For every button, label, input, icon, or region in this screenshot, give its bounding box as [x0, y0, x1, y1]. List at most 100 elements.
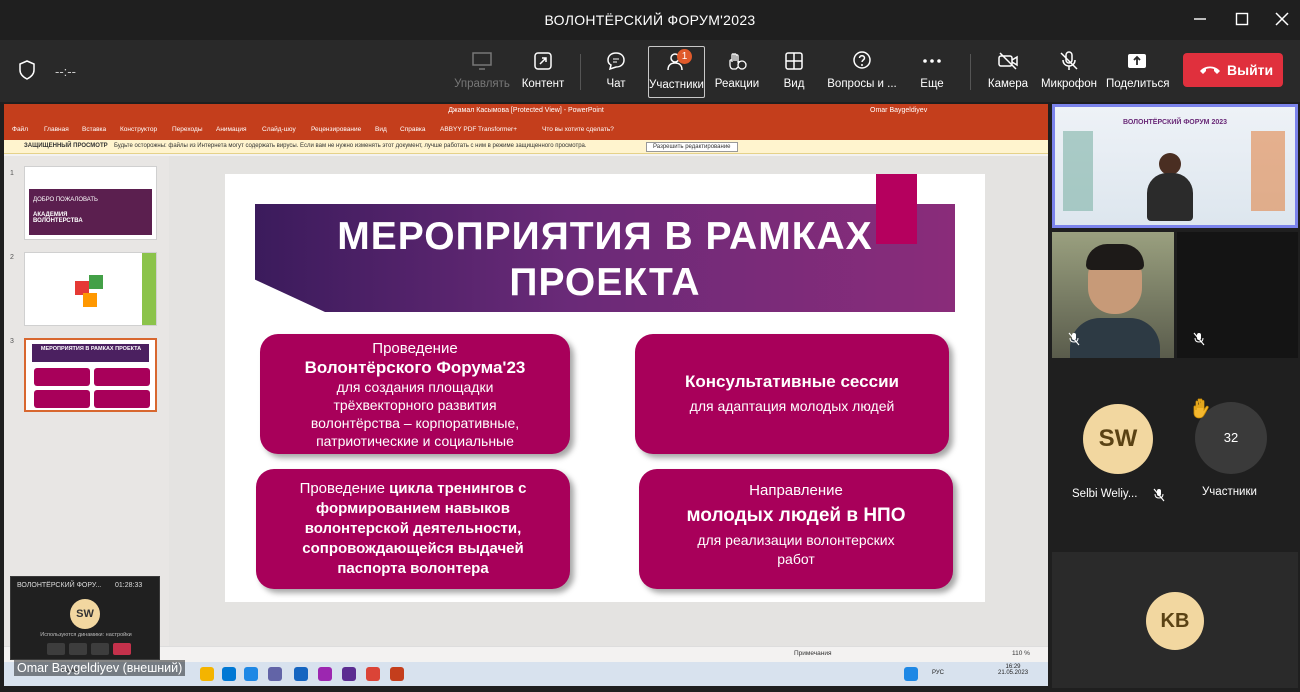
participants-label: Участники: [649, 79, 704, 91]
card-text: цикла тренингов с: [389, 480, 527, 497]
mini-camera-button[interactable]: [47, 643, 65, 655]
share-icon: [1128, 54, 1146, 68]
more-button[interactable]: Еще: [912, 46, 952, 98]
questions-icon: [853, 51, 871, 69]
card-text: Проведение: [299, 480, 390, 497]
ppt-menu-item[interactable]: Слайд-шоу: [262, 126, 296, 133]
slide-title: МЕРОПРИЯТИЯ В РАМКАХ ПРОЕКТА: [315, 214, 895, 306]
app-icon[interactable]: [244, 667, 258, 681]
mic-off-icon: [1193, 332, 1205, 346]
participants-badge: 1: [677, 49, 692, 64]
input-language[interactable]: РУС: [932, 670, 944, 676]
app-icon[interactable]: [318, 667, 332, 681]
avatar: SW: [70, 599, 100, 629]
ppt-menu-item[interactable]: Файл: [12, 126, 28, 133]
mini-leave-button[interactable]: [113, 643, 131, 655]
questions-button[interactable]: Вопросы и ...: [826, 46, 898, 98]
keyboard-icon[interactable]: [904, 667, 918, 681]
ppt-menu-item[interactable]: ABBYY PDF Transformer+: [440, 126, 517, 133]
ppt-menu-item[interactable]: Конструктор: [120, 126, 157, 133]
reactions-button[interactable]: Реакции: [712, 46, 762, 98]
taskbar-clock[interactable]: 16:29 21.05.2023: [998, 664, 1028, 676]
window-title: ВОЛОНТЁРСКИЙ ФОРУМ'2023: [544, 12, 756, 28]
presenter-video-tile[interactable]: ВОЛОНТЁРСКИЙ ФОРУМ 2023: [1052, 104, 1298, 228]
mini-share-button[interactable]: [91, 643, 109, 655]
questions-label: Вопросы и ...: [827, 78, 897, 90]
thumb-text: АКАДЕМИЯ ВОЛОНТЕРСТВА: [33, 212, 83, 224]
camera-button[interactable]: Камера: [986, 46, 1030, 98]
share-content-icon: [534, 52, 552, 70]
participants-row: SW Selbi Weliy... 32 Участники: [1052, 360, 1298, 550]
participant-video-tile[interactable]: [1052, 232, 1174, 358]
chat-button[interactable]: Чат: [594, 46, 638, 98]
microphone-button[interactable]: Микрофон: [1040, 46, 1098, 98]
card-text: волонтёрства – корпоративные,: [310, 415, 520, 431]
view-grid-icon: [785, 52, 803, 70]
close-icon[interactable]: [1270, 8, 1294, 30]
slide-editor: МЕРОПРИЯТИЯ В РАМКАХ ПРОЕКТА Проведение …: [169, 156, 1048, 646]
card-text: Проведение: [372, 340, 458, 357]
card-text: для создания площадки: [336, 379, 494, 395]
slide-title-line: МЕРОПРИЯТИЯ В РАМКАХ: [337, 215, 873, 258]
ppt-menu-item[interactable]: Справка: [400, 126, 426, 133]
minimize-icon[interactable]: [1188, 8, 1212, 30]
view-button[interactable]: Вид: [774, 46, 814, 98]
leave-button[interactable]: Выйти: [1183, 53, 1283, 87]
ppt-menu-item[interactable]: Рецензирование: [311, 126, 361, 133]
share-button[interactable]: Поделиться: [1106, 46, 1170, 98]
maximize-icon[interactable]: [1230, 8, 1254, 30]
enable-editing-button[interactable]: Разрешить редактирование: [646, 142, 738, 152]
participants-button[interactable]: 1 Участники: [648, 46, 705, 98]
thumb-text: МЕРОПРИЯТИЯ В РАМКАХ ПРОЕКТА: [40, 346, 142, 352]
slide-thumbnail-3[interactable]: МЕРОПРИЯТИЯ В РАМКАХ ПРОЕКТА: [24, 338, 157, 412]
ppt-menu-item[interactable]: Главная: [44, 126, 69, 133]
reactions-label: Реакции: [714, 78, 760, 90]
camera-off-icon: [998, 52, 1018, 70]
participants-label: Участники: [1202, 486, 1257, 498]
mini-meeting-window[interactable]: ВОЛОНТЁРСКИЙ ФОРУ... 01:28:33 SW Использ…: [10, 576, 160, 660]
toolbar-divider: [580, 54, 581, 90]
shared-screen: Джамал Касымова [Protected View] - Power…: [4, 104, 1048, 662]
mic-off-icon: [1068, 332, 1080, 346]
card-text: работ: [777, 551, 815, 567]
zoom-level[interactable]: 110 %: [1012, 650, 1030, 657]
ppt-menu-item[interactable]: Переходы: [172, 126, 203, 133]
content-label: Контент: [521, 78, 565, 90]
camera-label: Камера: [987, 78, 1029, 90]
ppt-menu-item[interactable]: Анимация: [216, 126, 247, 133]
control-button[interactable]: Управлять: [452, 46, 512, 98]
notes-button[interactable]: Примечания: [794, 650, 832, 657]
chrome-icon[interactable]: [366, 667, 380, 681]
card-text: патриотические и социальные: [316, 433, 514, 449]
chat-icon: [607, 52, 625, 71]
mini-mic-button[interactable]: [69, 643, 87, 655]
participant-tile-kb[interactable]: KB: [1052, 552, 1298, 688]
ppt-menu-item[interactable]: Вид: [375, 126, 387, 133]
ppt-menu-item[interactable]: Что вы хотите сделать?: [542, 126, 614, 133]
slide-card-forum: Проведение Волонтёрского Форума'23 для с…: [260, 334, 570, 454]
card-text: Консультативные сессии: [685, 372, 899, 391]
slide-thumbnails-panel: 1 ДОБРО ПОЖАЛОВАТЬ АКАДЕМИЯ ВОЛОНТЕРСТВА…: [4, 156, 169, 646]
word-icon[interactable]: [294, 667, 308, 681]
video-banner-text: ВОЛОНТЁРСКИЙ ФОРУМ 2023: [1122, 119, 1228, 126]
powerpoint-icon[interactable]: [390, 667, 404, 681]
control-label: Управлять: [454, 78, 510, 90]
card-text: для адаптация молодых людей: [689, 398, 895, 414]
shield-icon[interactable]: [18, 60, 36, 80]
ppt-menu-item[interactable]: Вставка: [82, 126, 106, 133]
more-label: Еще: [920, 78, 944, 90]
slide-thumbnail-1[interactable]: ДОБРО ПОЖАЛОВАТЬ АКАДЕМИЯ ВОЛОНТЕРСТВА: [24, 166, 157, 240]
reactions-icon: [729, 53, 747, 70]
mini-window-timer: 01:28:33: [115, 582, 143, 589]
slide-card-consult: Консультативные сессии для адаптация мол…: [635, 334, 949, 454]
folder-icon[interactable]: [200, 667, 214, 681]
teams-icon[interactable]: [268, 667, 282, 681]
avatar[interactable]: SW: [1083, 404, 1153, 474]
slide-thumbnail-2[interactable]: [24, 252, 157, 326]
participant-video-tile-off[interactable]: [1177, 232, 1298, 358]
edge-icon[interactable]: [222, 667, 236, 681]
more-icon: [923, 59, 941, 63]
meeting-toolbar: --:-- Управлять Контент Чат 1 Участники …: [0, 40, 1300, 102]
content-button[interactable]: Контент: [516, 46, 570, 98]
app-icon[interactable]: [342, 667, 356, 681]
